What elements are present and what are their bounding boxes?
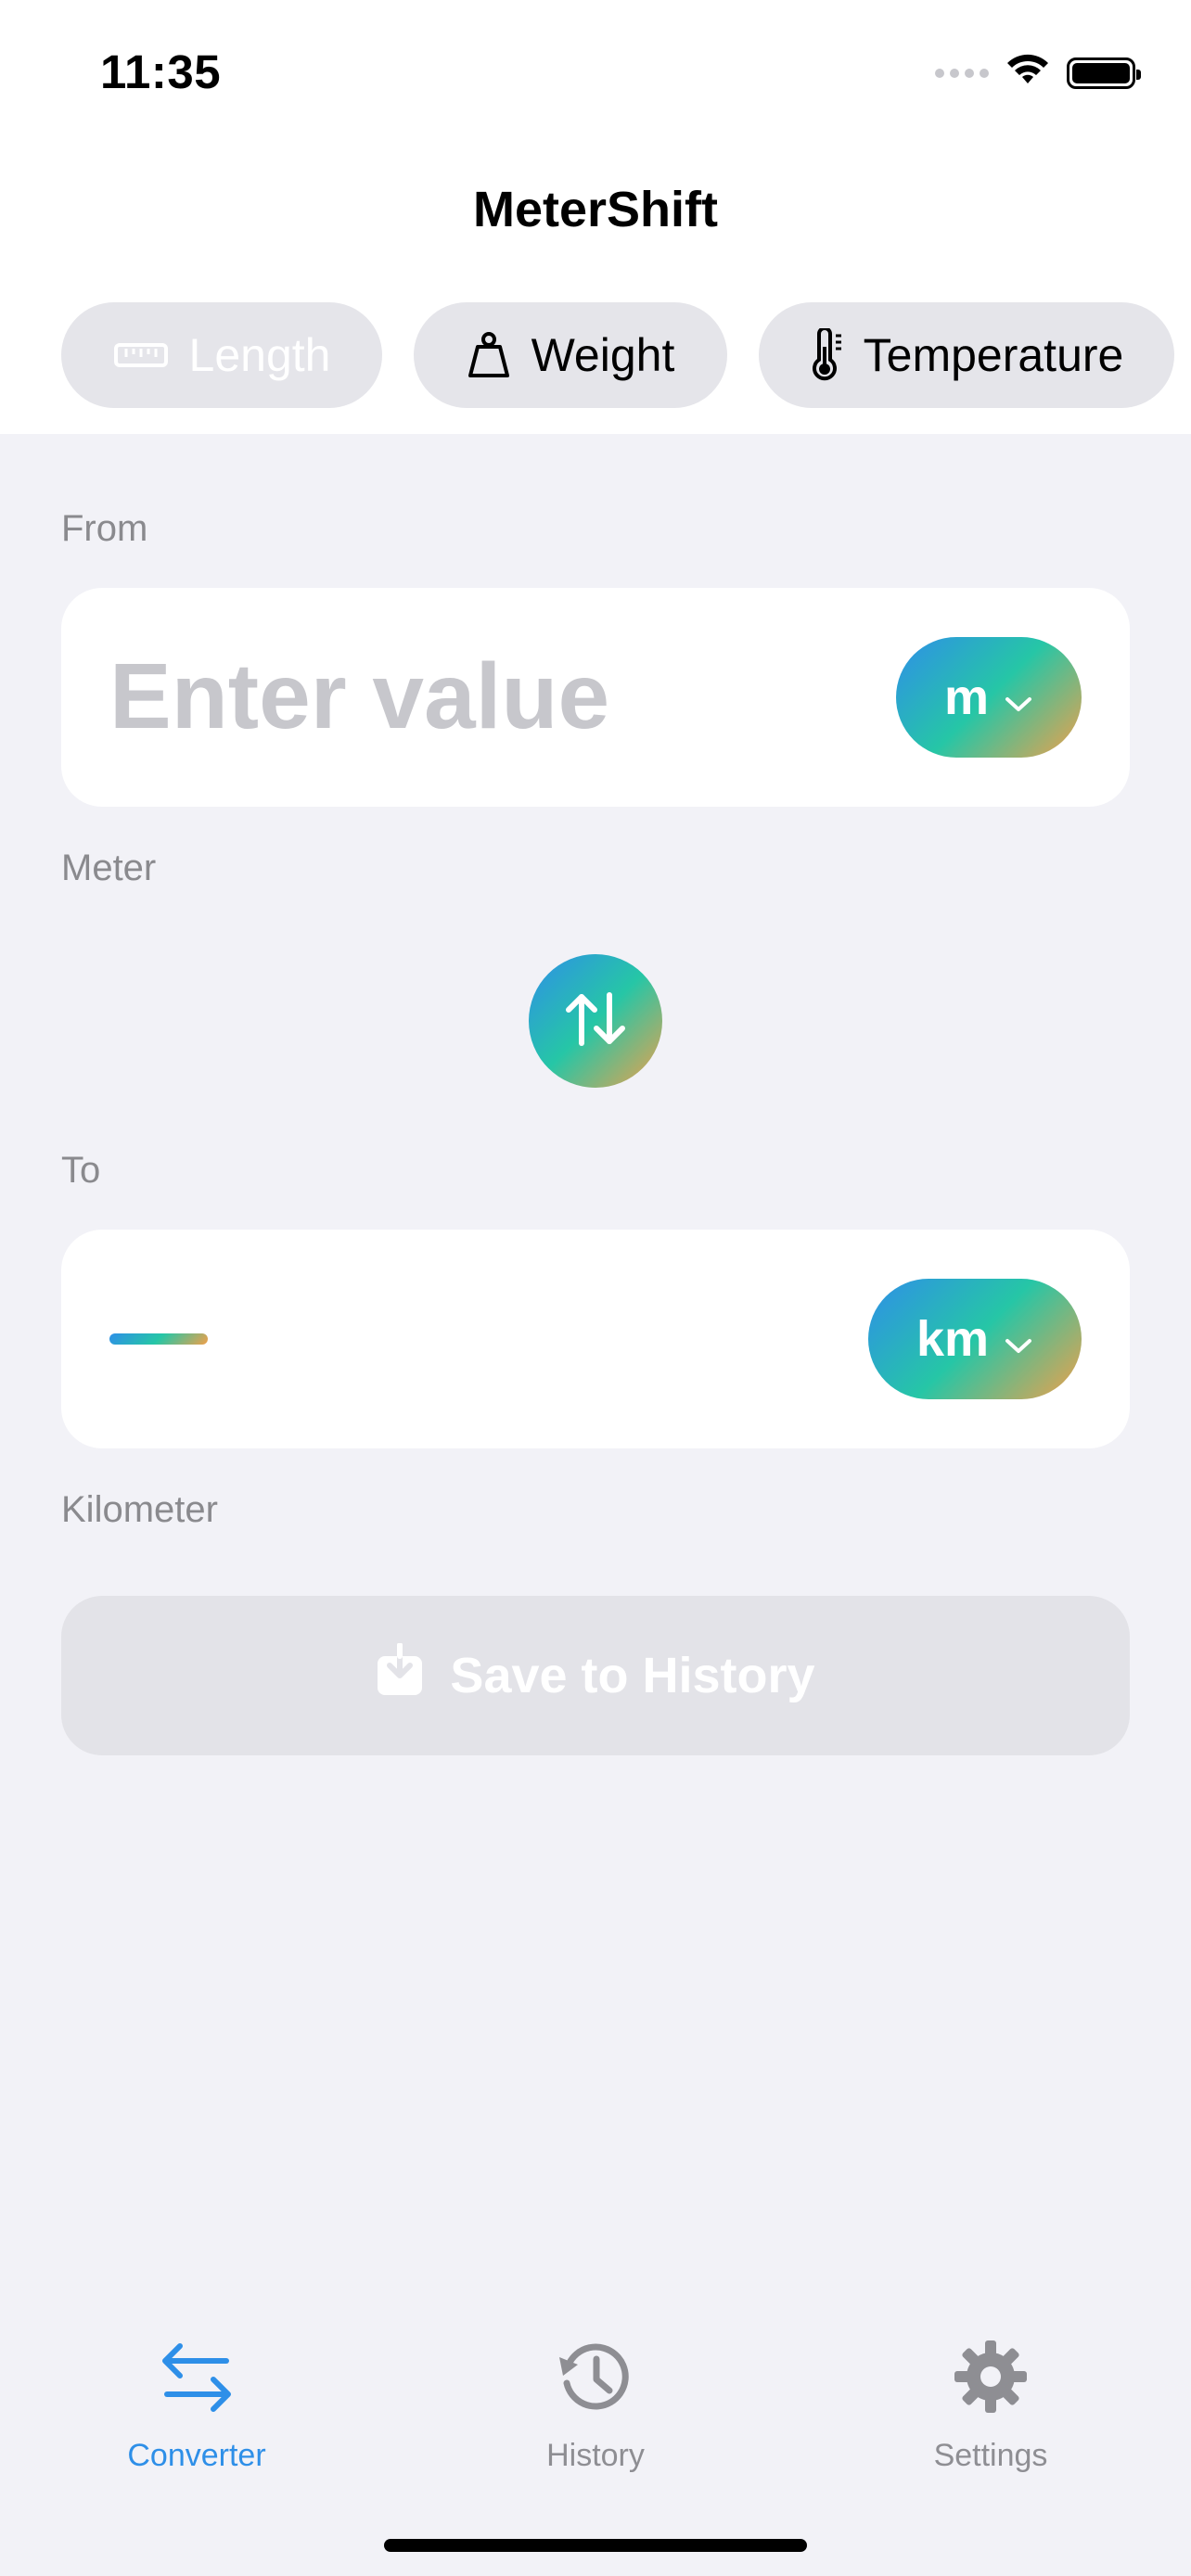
tabbar-settings[interactable]: Settings xyxy=(870,2337,1111,2474)
chevron-down-icon xyxy=(1004,1310,1033,1368)
clock-history-icon xyxy=(556,2337,635,2425)
tab-length[interactable]: Length xyxy=(61,302,382,408)
tabbar-converter[interactable]: Converter xyxy=(76,2337,317,2474)
from-label: From xyxy=(61,508,148,549)
tabbar-converter-label: Converter xyxy=(127,2438,266,2473)
home-indicator xyxy=(384,2539,807,2552)
tabbar-history[interactable]: History xyxy=(475,2337,716,2474)
from-unit-name: Meter xyxy=(61,848,157,888)
swap-arrows-icon xyxy=(563,989,628,1053)
status-time: 11:35 xyxy=(100,45,222,98)
from-value-input[interactable]: Enter value xyxy=(109,644,609,750)
from-card: Enter value m xyxy=(61,588,1130,807)
battery-icon xyxy=(1067,57,1141,89)
save-to-history-button[interactable]: Save to History xyxy=(61,1596,1130,1755)
tab-temperature[interactable]: Temperature xyxy=(759,302,1174,408)
download-tray-icon xyxy=(376,1641,424,1709)
bottom-tab-bar: Converter History Settings xyxy=(0,2318,1191,2576)
wifi-icon xyxy=(1005,54,1050,92)
tab-weight-label: Weight xyxy=(531,329,675,381)
swap-units-button[interactable] xyxy=(529,954,662,1088)
from-unit-symbol: m xyxy=(943,670,989,725)
status-indicators xyxy=(935,54,1141,92)
arrows-exchange-icon xyxy=(160,2337,234,2425)
to-card: km xyxy=(61,1230,1130,1448)
thermometer-icon xyxy=(810,328,843,382)
tab-weight[interactable]: Weight xyxy=(414,302,727,408)
to-label: To xyxy=(61,1150,101,1191)
tab-length-label: Length xyxy=(188,329,331,381)
to-unit-selector[interactable]: km xyxy=(868,1279,1082,1399)
tabbar-history-label: History xyxy=(546,2438,645,2473)
app-title: MeterShift xyxy=(472,182,718,237)
to-unit-name: Kilometer xyxy=(61,1489,218,1530)
save-button-label: Save to History xyxy=(450,1648,815,1703)
weight-icon xyxy=(467,331,511,379)
chevron-down-icon xyxy=(1004,669,1033,726)
to-unit-symbol: km xyxy=(916,1311,990,1367)
header: 11:35 MeterShift Length Weight Temperatu… xyxy=(0,0,1191,434)
from-unit-selector[interactable]: m xyxy=(896,637,1082,758)
category-tabs: Length Weight Temperature xyxy=(61,302,1174,408)
cellular-signal-icon xyxy=(935,68,989,78)
tab-temperature-label: Temperature xyxy=(863,329,1124,381)
tabbar-settings-label: Settings xyxy=(933,2438,1048,2473)
result-placeholder-dash xyxy=(109,1333,208,1345)
ruler-icon xyxy=(113,341,169,369)
gear-icon xyxy=(951,2337,1031,2425)
